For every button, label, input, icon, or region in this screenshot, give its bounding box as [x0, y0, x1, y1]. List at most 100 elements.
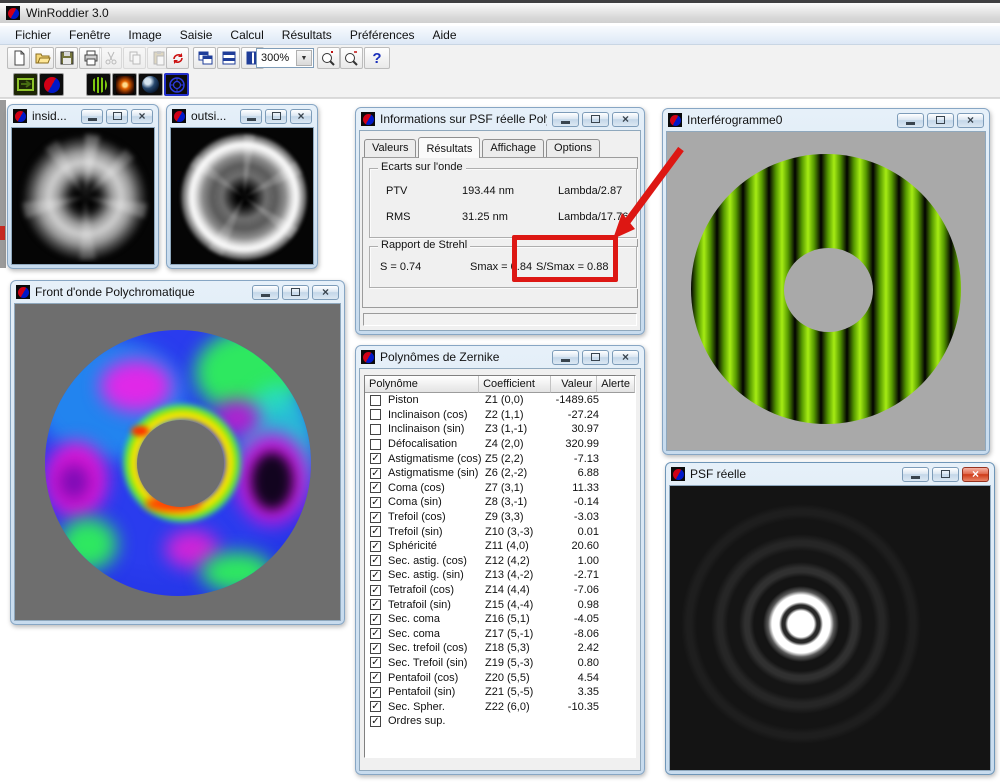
wavefront-canvas[interactable]	[14, 303, 341, 621]
window-psf-info[interactable]: Informations sur PSF réelle Polychro... …	[355, 107, 645, 335]
zernike-row[interactable]: ✓Sec. comaZ17 (5,-1)-8.06	[365, 627, 635, 642]
zernike-table[interactable]: Polynôme Coefficient Valeur Alerte Pisto…	[364, 375, 636, 758]
zernike-checkbox[interactable]: ✓	[370, 716, 381, 727]
zernike-row[interactable]: ✓Coma (cos)Z7 (3,1)11.33	[365, 481, 635, 496]
tile-horizontal-button[interactable]	[217, 47, 240, 69]
zernike-checkbox[interactable]: ✓	[370, 482, 381, 493]
zernike-checkbox[interactable]: ✓	[370, 497, 381, 508]
zernike-row[interactable]: PistonZ1 (0,0)-1489.65	[365, 393, 635, 408]
zernike-checkbox[interactable]: ✓	[370, 512, 381, 523]
inside-image-canvas[interactable]	[11, 127, 155, 265]
close-button[interactable]: ×	[957, 113, 984, 128]
zernike-checkbox[interactable]: ✓	[370, 687, 381, 698]
window-interferogram[interactable]: Interférogramme0 ×	[662, 108, 990, 455]
zernike-checkbox[interactable]: ✓	[370, 628, 381, 639]
open-button[interactable]	[31, 47, 54, 69]
combobox-dropdown-arrow[interactable]: ▼	[296, 50, 312, 66]
pupil-view-button[interactable]	[138, 73, 163, 96]
zernike-row[interactable]: Inclinaison (sin)Z3 (1,-1)30.97	[365, 422, 635, 437]
menu-saisie[interactable]: Saisie	[171, 26, 222, 44]
zernike-checkbox[interactable]: ✓	[370, 585, 381, 596]
zernike-checkbox[interactable]: ✓	[370, 599, 381, 610]
window-outside-titlebar[interactable]: outsi... ×	[167, 105, 317, 126]
minimize-button[interactable]	[902, 467, 929, 482]
window-wavefront-titlebar[interactable]: Front d'onde Polychromatique ×	[11, 281, 344, 302]
cascade-windows-button[interactable]	[193, 47, 216, 69]
window-wavefront[interactable]: Front d'onde Polychromatique ×	[10, 280, 345, 625]
new-button[interactable]	[7, 47, 30, 69]
zoom-out-button[interactable]	[340, 47, 363, 69]
zernike-row[interactable]: ✓Astigmatisme (sin)Z6 (2,-2)6.88	[365, 466, 635, 481]
menu-aide[interactable]: Aide	[424, 26, 466, 44]
roddier-logo-button[interactable]	[39, 73, 64, 96]
zernike-row[interactable]: ✓Sec. astig. (sin)Z13 (4,-2)-2.71	[365, 568, 635, 583]
zernike-row[interactable]: ✓Sec. Trefoil (sin)Z19 (5,-3)0.80	[365, 656, 635, 671]
minimize-button[interactable]	[252, 285, 279, 300]
minimize-button[interactable]	[552, 350, 579, 365]
zernike-row[interactable]: ✓Astigmatisme (cos)Z5 (2,2)-7.13	[365, 451, 635, 466]
maximize-button[interactable]	[932, 467, 959, 482]
zernike-row[interactable]: ✓Pentafoil (cos)Z20 (5,5)4.54	[365, 670, 635, 685]
maximize-button[interactable]	[265, 109, 287, 124]
window-zernike-titlebar[interactable]: Polynômes de Zernike ×	[356, 346, 644, 367]
recompute-button[interactable]	[166, 47, 189, 69]
zoom-level-combobox[interactable]: 300% ▼	[256, 48, 314, 68]
zernike-row[interactable]: ✓Sec. Spher.Z22 (6,0)-10.35	[365, 699, 635, 714]
zernike-row[interactable]: ✓Tetrafoil (sin)Z15 (4,-4)0.98	[365, 597, 635, 612]
cut-button[interactable]	[99, 47, 122, 69]
zernike-checkbox[interactable]	[370, 409, 381, 420]
maximize-button[interactable]	[582, 112, 609, 127]
tab-options[interactable]: Options	[546, 139, 600, 157]
help-button[interactable]: ?	[364, 47, 390, 69]
close-button[interactable]: ×	[962, 467, 989, 482]
column-alerte[interactable]: Alerte	[597, 376, 635, 393]
minimize-button[interactable]	[897, 113, 924, 128]
column-valeur[interactable]: Valeur	[551, 376, 598, 393]
maximize-button[interactable]	[106, 109, 128, 124]
zernike-row[interactable]: ✓Sec. trefoil (cos)Z18 (5,3)2.42	[365, 641, 635, 656]
save-button[interactable]	[55, 47, 78, 69]
interferogram-canvas[interactable]	[666, 131, 986, 451]
screen-export-button[interactable]	[13, 73, 38, 96]
menu-resultats[interactable]: Résultats	[273, 26, 341, 44]
copy-button[interactable]	[123, 47, 146, 69]
minimize-button[interactable]	[552, 112, 579, 127]
minimize-button[interactable]	[81, 109, 103, 124]
zernike-checkbox[interactable]: ✓	[370, 570, 381, 581]
zernike-row[interactable]: Inclinaison (cos)Z2 (1,1)-27.24	[365, 408, 635, 423]
zernike-row[interactable]: ✓Pentafoil (sin)Z21 (5,-5)3.35	[365, 685, 635, 700]
zernike-checkbox[interactable]: ✓	[370, 453, 381, 464]
zernike-checkbox[interactable]	[370, 439, 381, 450]
column-coefficient[interactable]: Coefficient	[479, 376, 550, 393]
window-psf-reelle-titlebar[interactable]: PSF réelle ×	[666, 463, 994, 484]
zernike-row[interactable]: ✓SphéricitéZ11 (4,0)20.60	[365, 539, 635, 554]
zernike-row[interactable]: ✓Coma (sin)Z8 (3,-1)-0.14	[365, 495, 635, 510]
zernike-row[interactable]: ✓Ordres sup.	[365, 714, 635, 729]
window-outside[interactable]: outsi... ×	[166, 104, 318, 269]
window-inside-titlebar[interactable]: insid... ×	[8, 105, 158, 126]
menu-calcul[interactable]: Calcul	[221, 26, 272, 44]
zernike-row[interactable]: DéfocalisationZ4 (2,0)320.99	[365, 437, 635, 452]
close-button[interactable]: ×	[131, 109, 153, 124]
zernike-checkbox[interactable]: ✓	[370, 468, 381, 479]
zernike-checkbox[interactable]: ✓	[370, 657, 381, 668]
menu-fichier[interactable]: Fichier	[6, 26, 60, 44]
zernike-checkbox[interactable]: ✓	[370, 555, 381, 566]
interferogram-view-button[interactable]	[86, 73, 111, 96]
zernike-checkbox[interactable]	[370, 424, 381, 435]
close-button[interactable]: ×	[290, 109, 312, 124]
zernike-checkbox[interactable]: ✓	[370, 701, 381, 712]
close-button[interactable]: ×	[312, 285, 339, 300]
tab-affichage[interactable]: Affichage	[482, 139, 544, 157]
menu-preferences[interactable]: Préférences	[341, 26, 424, 44]
zernike-checkbox[interactable]: ✓	[370, 541, 381, 552]
close-button[interactable]: ×	[612, 350, 639, 365]
zernike-row[interactable]: ✓Sec. comaZ16 (5,1)-4.05	[365, 612, 635, 627]
zernike-checkbox[interactable]: ✓	[370, 614, 381, 625]
window-psf-info-titlebar[interactable]: Informations sur PSF réelle Polychro... …	[356, 108, 644, 129]
outside-image-canvas[interactable]	[170, 127, 314, 265]
zernike-checkbox[interactable]: ✓	[370, 526, 381, 537]
maximize-button[interactable]	[927, 113, 954, 128]
zernike-row[interactable]: ✓Sec. astig. (cos)Z12 (4,2)1.00	[365, 554, 635, 569]
menu-image[interactable]: Image	[119, 26, 170, 44]
